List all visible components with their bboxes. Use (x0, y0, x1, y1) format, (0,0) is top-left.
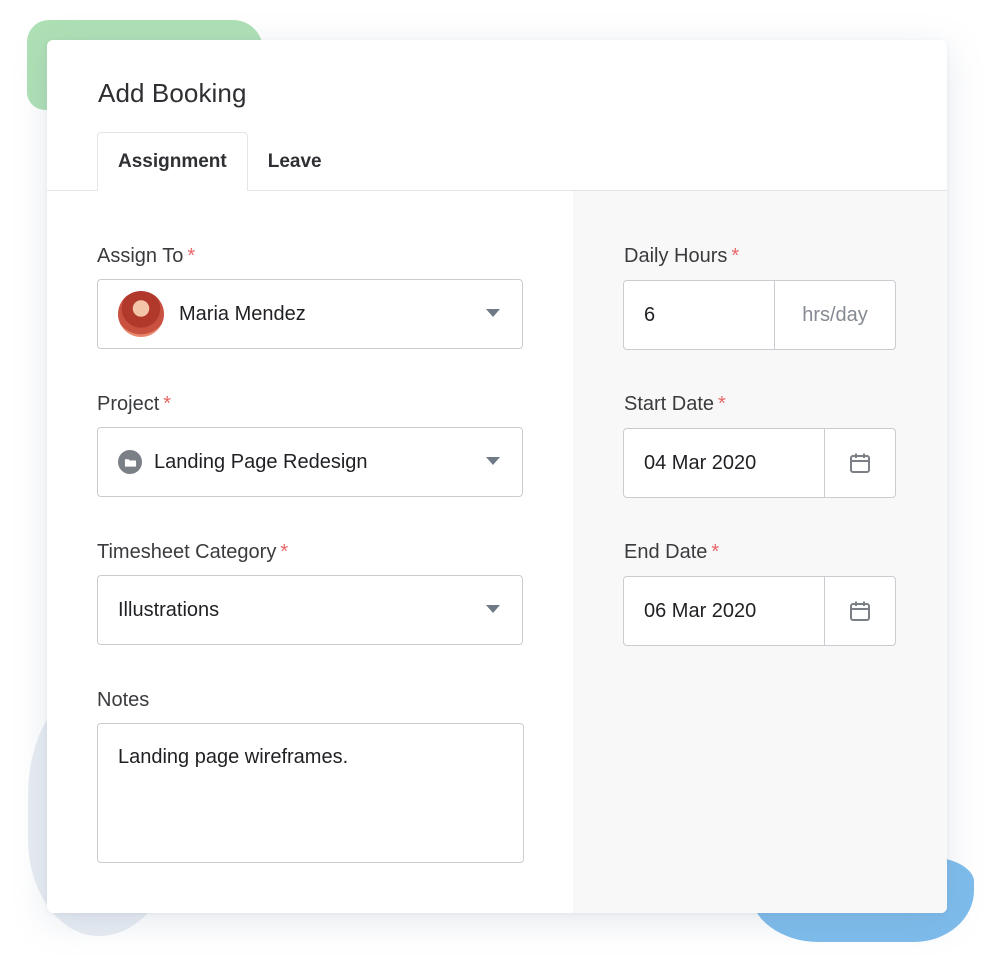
notes-label: Notes (97, 689, 150, 711)
required-mark: * (711, 541, 720, 563)
calendar-icon (850, 601, 870, 621)
timesheet-category-value: Illustrations (118, 598, 220, 621)
required-mark: * (731, 245, 740, 267)
required-mark: * (163, 393, 172, 415)
start-date-label: Start Date * (624, 393, 726, 415)
end-date-input[interactable]: 06 Mar 2020 (624, 577, 825, 645)
folder-icon (118, 450, 142, 474)
daily-hours-input[interactable]: 6 (624, 281, 775, 349)
assign-to-select[interactable]: Maria Mendez (97, 279, 523, 349)
notes-textarea[interactable]: Landing page wireframes. (97, 723, 524, 863)
daily-hours-unit: hrs/day (802, 303, 868, 326)
dialog-header: Add Booking Assignment Leave (47, 40, 947, 191)
daily-hours-field: 6 hrs/day (623, 280, 896, 350)
calendar-icon (850, 453, 870, 473)
timesheet-category-label: Timesheet Category * (97, 541, 289, 563)
dialog-body: Assign To * Maria Mendez Project * Landing… (47, 191, 947, 913)
chevron-down-icon (486, 309, 500, 317)
required-mark: * (280, 541, 289, 563)
end-date-label: End Date * (624, 541, 720, 563)
tab-leave[interactable]: Leave (248, 132, 342, 191)
assign-to-label: Assign To * (97, 245, 196, 267)
tab-assignment[interactable]: Assignment (97, 132, 248, 191)
end-date-field: 06 Mar 2020 (623, 576, 896, 646)
left-column: Assign To * Maria Mendez Project * Landing… (47, 191, 573, 913)
required-mark: * (718, 393, 726, 415)
project-value: Landing Page Redesign (154, 450, 368, 473)
timesheet-category-select[interactable]: Illustrations (97, 575, 523, 645)
project-label: Project * (97, 393, 172, 415)
dialog-title: Add Booking (98, 78, 247, 108)
assign-to-value: Maria Mendez (179, 302, 306, 325)
required-mark: * (187, 245, 196, 267)
daily-hours-label: Daily Hours * (624, 245, 740, 267)
start-date-calendar-button[interactable] (825, 429, 895, 497)
tab-bar: Assignment Leave (97, 132, 342, 191)
end-date-calendar-button[interactable] (825, 577, 895, 645)
add-booking-dialog: Add Booking Assignment Leave Assign To * … (47, 40, 947, 913)
project-select[interactable]: Landing Page Redesign (97, 427, 523, 497)
chevron-down-icon (486, 457, 500, 465)
chevron-down-icon (486, 605, 500, 613)
user-avatar (118, 291, 164, 337)
start-date-input[interactable]: 04 Mar 2020 (624, 429, 825, 497)
start-date-field: 04 Mar 2020 (623, 428, 896, 498)
right-column: Daily Hours * 6 hrs/day Start Date * 04 Ma… (573, 191, 947, 913)
